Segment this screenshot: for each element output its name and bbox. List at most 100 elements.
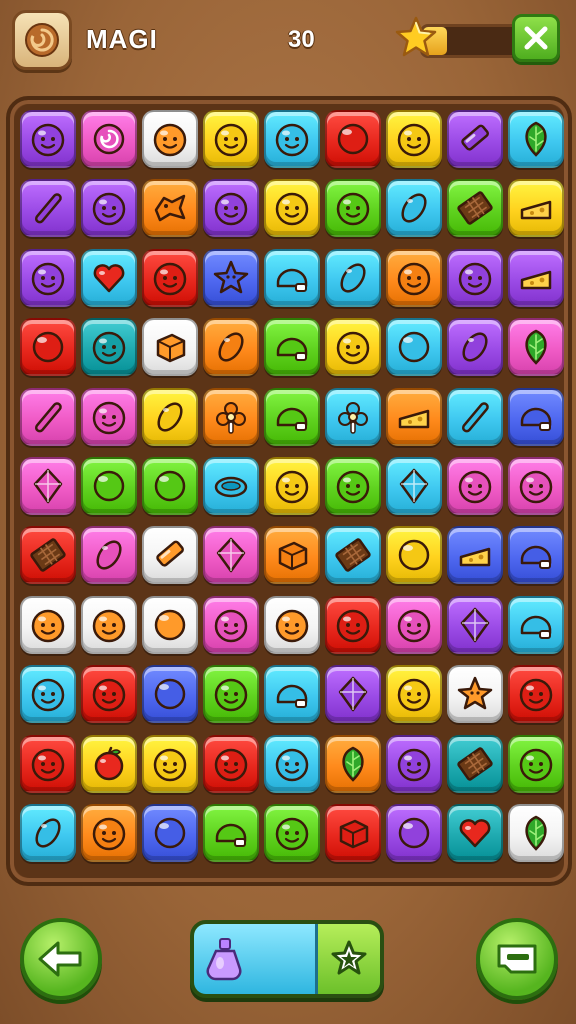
tile-purple-circle[interactable] bbox=[386, 804, 442, 862]
tile-cyan-smile[interactable] bbox=[264, 734, 320, 793]
tile-green-choco[interactable] bbox=[447, 179, 503, 238]
tile-blue-cap[interactable] bbox=[508, 387, 564, 446]
tile-green-smile[interactable] bbox=[325, 179, 381, 238]
tile-pink-smile[interactable] bbox=[447, 457, 503, 515]
tile-white-star[interactable] bbox=[447, 665, 503, 724]
tile-red-smile[interactable] bbox=[20, 734, 76, 793]
tile-purple-cheese[interactable] bbox=[508, 248, 564, 307]
tile-pink-gem[interactable] bbox=[203, 526, 259, 585]
tile-cyan-heart[interactable] bbox=[81, 248, 137, 307]
tile-red-smile[interactable] bbox=[325, 595, 381, 654]
tile-purple-gem[interactable] bbox=[325, 665, 381, 724]
tile-cyan-cap[interactable] bbox=[264, 665, 320, 724]
tile-cyan-leaf[interactable] bbox=[508, 110, 564, 168]
tile-orange-oval[interactable] bbox=[203, 318, 259, 377]
tile-purple-stick[interactable] bbox=[20, 179, 76, 238]
tile-teal-heart[interactable] bbox=[447, 804, 503, 862]
tile-cyan-oval[interactable] bbox=[20, 804, 76, 862]
tile-cyan-flower[interactable] bbox=[325, 387, 381, 446]
tile-red-smile[interactable] bbox=[508, 665, 564, 724]
tile-teal-choco[interactable] bbox=[447, 734, 503, 793]
booster-star-slot[interactable] bbox=[318, 924, 380, 994]
tile-green-smile[interactable] bbox=[508, 734, 564, 793]
tile-yellow-smile[interactable] bbox=[264, 457, 320, 515]
tile-red-smile[interactable] bbox=[203, 734, 259, 793]
tile-cyan-gem[interactable] bbox=[386, 457, 442, 515]
close-button[interactable] bbox=[512, 14, 560, 62]
tile-pink-oval[interactable] bbox=[81, 526, 137, 585]
tile-purple-smile[interactable] bbox=[447, 248, 503, 307]
tile-blue-cap[interactable] bbox=[508, 526, 564, 585]
tile-orange-leaf[interactable] bbox=[325, 734, 381, 793]
tile-pink-stick[interactable] bbox=[20, 387, 76, 446]
menu-button[interactable] bbox=[476, 918, 558, 1000]
tile-red-choco[interactable] bbox=[20, 526, 76, 585]
tile-purple-oval[interactable] bbox=[447, 318, 503, 377]
booster-potion-slot[interactable] bbox=[194, 924, 318, 994]
home-button[interactable] bbox=[12, 10, 72, 70]
tile-cyan-choco[interactable] bbox=[325, 526, 381, 585]
tile-white-bar[interactable] bbox=[142, 526, 198, 585]
tile-green-cap[interactable] bbox=[264, 318, 320, 377]
tile-green-smile[interactable] bbox=[203, 665, 259, 724]
tile-red-circle[interactable] bbox=[325, 110, 381, 168]
tile-yellow-smile[interactable] bbox=[142, 734, 198, 793]
tile-cyan-oval[interactable] bbox=[325, 248, 381, 307]
tile-white-leaf[interactable] bbox=[508, 804, 564, 862]
tile-green-smile[interactable] bbox=[325, 457, 381, 515]
tile-cyan-circle[interactable] bbox=[386, 318, 442, 377]
tile-yellow-smile[interactable] bbox=[386, 110, 442, 168]
tile-pink-smile[interactable] bbox=[203, 595, 259, 654]
back-button[interactable] bbox=[20, 918, 102, 1000]
tile-yellow-circle[interactable] bbox=[386, 526, 442, 585]
tile-cyan-ring[interactable] bbox=[203, 457, 259, 515]
tile-blue-cheese[interactable] bbox=[447, 526, 503, 585]
tile-purple-smile[interactable] bbox=[203, 179, 259, 238]
tile-pink-gem[interactable] bbox=[20, 457, 76, 515]
booster-bar[interactable] bbox=[190, 920, 384, 998]
tile-purple-smile[interactable] bbox=[386, 734, 442, 793]
tile-cyan-stick[interactable] bbox=[447, 387, 503, 446]
tile-yellow-oval[interactable] bbox=[142, 387, 198, 446]
tile-pink-smile[interactable] bbox=[508, 457, 564, 515]
tile-red-smile[interactable] bbox=[81, 665, 137, 724]
tile-yellow-smile[interactable] bbox=[386, 665, 442, 724]
tile-purple-bar[interactable] bbox=[447, 110, 503, 168]
tile-orange-flower[interactable] bbox=[203, 387, 259, 446]
tile-red-circle[interactable] bbox=[20, 318, 76, 377]
tile-blue-star[interactable] bbox=[203, 248, 259, 307]
tile-red-box[interactable] bbox=[325, 804, 381, 862]
tile-yellow-cheese[interactable] bbox=[508, 179, 564, 238]
tile-pink-leaf[interactable] bbox=[508, 318, 564, 377]
tile-orange-bird[interactable] bbox=[142, 179, 198, 238]
tile-blue-circle[interactable] bbox=[142, 804, 198, 862]
tile-white-smile[interactable] bbox=[264, 595, 320, 654]
tile-green-smile[interactable] bbox=[264, 804, 320, 862]
tile-white-smile[interactable] bbox=[81, 595, 137, 654]
tile-purple-gem[interactable] bbox=[447, 595, 503, 654]
tile-green-circle[interactable] bbox=[81, 457, 137, 515]
tile-purple-smile[interactable] bbox=[20, 248, 76, 307]
tile-yellow-smile[interactable] bbox=[264, 179, 320, 238]
tile-green-cap[interactable] bbox=[264, 387, 320, 446]
tile-blue-circle[interactable] bbox=[142, 665, 198, 724]
tile-green-cap[interactable] bbox=[203, 804, 259, 862]
tile-orange-smile[interactable] bbox=[386, 248, 442, 307]
tile-purple-smile[interactable] bbox=[81, 179, 137, 238]
tile-orange-smile[interactable] bbox=[81, 804, 137, 862]
tile-yellow-apple[interactable] bbox=[81, 734, 137, 793]
tile-pink-smile[interactable] bbox=[386, 595, 442, 654]
tile-cyan-smile[interactable] bbox=[20, 665, 76, 724]
tile-yellow-smile[interactable] bbox=[203, 110, 259, 168]
tile-cyan-cap[interactable] bbox=[508, 595, 564, 654]
tile-pink-smile[interactable] bbox=[81, 387, 137, 446]
tile-white-circle[interactable] bbox=[142, 595, 198, 654]
tile-cyan-cap[interactable] bbox=[264, 248, 320, 307]
tile-cyan-smile[interactable] bbox=[264, 110, 320, 168]
tile-white-box[interactable] bbox=[142, 318, 198, 377]
tile-teal-smile[interactable] bbox=[81, 318, 137, 377]
tile-white-smile[interactable] bbox=[142, 110, 198, 168]
tile-orange-cheese[interactable] bbox=[386, 387, 442, 446]
tile-green-circle[interactable] bbox=[142, 457, 198, 515]
tile-purple-smile[interactable] bbox=[20, 110, 76, 168]
